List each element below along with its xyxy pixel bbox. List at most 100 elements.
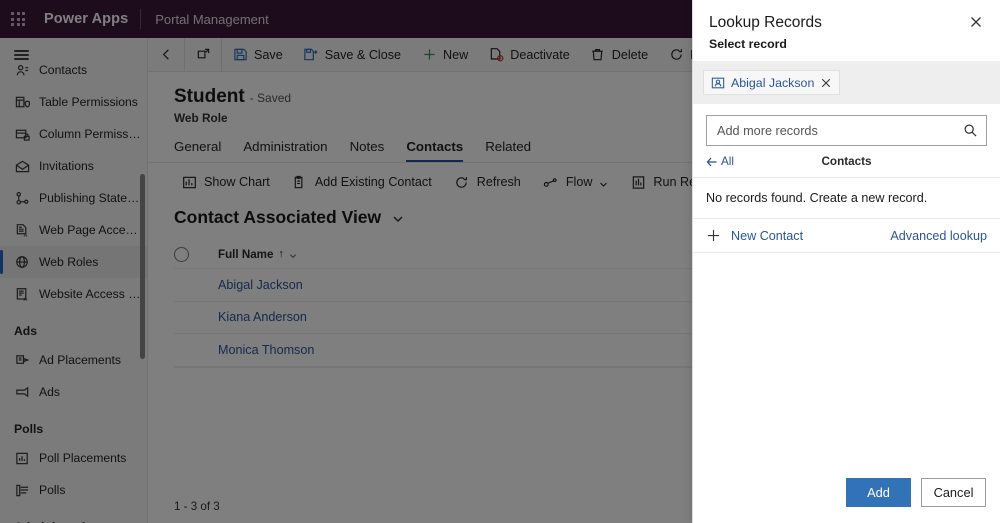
panel-header: Lookup Records Select record (693, 0, 1000, 51)
panel-footer: Add Cancel (693, 461, 1000, 523)
new-button[interactable]: New (411, 38, 478, 71)
sidebar-item-contacts[interactable]: Contacts (0, 54, 147, 86)
sidebar-item-invitations[interactable]: Invitations (0, 150, 147, 182)
sidebar-item-column-permissions[interactable]: Column Permissio... (0, 118, 147, 150)
view-name-label: Contact Associated View (174, 207, 382, 227)
sidebar-item-label: Poll Placements (39, 451, 127, 465)
chip-label: Abigal Jackson (731, 75, 815, 90)
brand-label[interactable]: Power Apps (36, 11, 140, 27)
refresh-icon (668, 47, 684, 63)
back-to-all-label: All (721, 155, 734, 168)
close-icon (970, 15, 982, 33)
add-existing-icon (292, 174, 308, 190)
deactivate-label: Deactivate (510, 47, 570, 62)
flow-label: Flow (565, 175, 593, 189)
back-arrow-icon (706, 156, 718, 168)
tab-contacts[interactable]: Contacts (406, 139, 463, 162)
save-label: Save (254, 47, 283, 62)
sidebar-item-label: Contacts (39, 63, 88, 77)
lookup-actions-row: New Contact Advanced lookup (693, 219, 1000, 253)
poll-placements-icon (14, 450, 30, 466)
row-link-full-name[interactable]: Abigal Jackson (174, 278, 303, 292)
sidebar-item-website-access-permissions[interactable]: A Website Access P... (0, 278, 147, 310)
subgrid-refresh-label: Refresh (476, 175, 521, 189)
save-and-close-icon (303, 47, 319, 63)
sidebar-item-table-permissions[interactable]: Table Permissions (0, 86, 147, 118)
add-existing-contact-button[interactable]: Add Existing Contact (281, 168, 443, 196)
subgrid-refresh-button[interactable]: Refresh (443, 168, 532, 196)
sidebar-item-label: Website Access P... (39, 287, 142, 301)
search-input[interactable] (717, 123, 963, 138)
app-name-label[interactable]: Portal Management (141, 12, 268, 27)
row-link-full-name[interactable]: Monica Thomson (174, 343, 314, 357)
sidebar: Contacts Table Permissions Column Permis… (0, 38, 148, 523)
selected-records-area: Abigal Jackson (693, 61, 1000, 104)
saved-status: - Saved (249, 91, 292, 105)
popout-button[interactable] (185, 38, 221, 71)
save-icon (232, 47, 248, 63)
selected-record-chip[interactable]: Abigal Jackson (703, 70, 841, 95)
show-chart-button[interactable]: Show Chart (170, 168, 281, 196)
sidebar-item-label: Column Permissio... (39, 127, 142, 141)
column-permissions-icon (14, 126, 30, 142)
tab-administration[interactable]: Administration (243, 139, 327, 162)
sidebar-item-polls[interactable]: Polls (0, 474, 147, 506)
sidebar-item-web-page-access[interactable]: A Web Page Access ... (0, 214, 147, 246)
empty-results-message: No records found. Create a new record. (693, 178, 1000, 219)
deactivate-button[interactable]: Deactivate (478, 38, 580, 71)
waffle-grid-icon[interactable] (0, 0, 36, 38)
column-header-label: Full Name (218, 247, 274, 261)
tab-notes[interactable]: Notes (350, 139, 385, 162)
contact-card-icon (711, 76, 725, 90)
panel-title: Lookup Records (709, 14, 822, 31)
save-button[interactable]: Save (222, 38, 293, 71)
tab-general[interactable]: General (174, 139, 221, 162)
sidebar-item-ad-placements[interactable]: Ad Placements (0, 344, 147, 376)
show-chart-label: Show Chart (204, 175, 270, 189)
sidebar-scroll-area: Contacts Table Permissions Column Permis… (0, 63, 147, 523)
save-and-close-label: Save & Close (324, 47, 402, 62)
chip-remove-button[interactable] (820, 77, 832, 89)
back-to-all-link[interactable]: All (706, 155, 734, 168)
row-link-full-name[interactable]: Kiana Anderson (174, 310, 307, 324)
run-report-icon (630, 174, 646, 190)
save-and-close-button[interactable]: Save & Close (293, 38, 411, 71)
search-icon[interactable] (963, 123, 978, 138)
new-label: New (443, 47, 469, 62)
flow-icon (543, 174, 559, 190)
search-box[interactable] (706, 115, 987, 146)
sidebar-item-ads[interactable]: Ads (0, 376, 147, 408)
invitations-icon (14, 158, 30, 174)
svg-text:A: A (23, 297, 27, 302)
delete-button[interactable]: Delete (580, 38, 658, 71)
advanced-lookup-link[interactable]: Advanced lookup (890, 229, 987, 243)
delete-label: Delete (611, 47, 649, 62)
chevron-down-icon (599, 178, 608, 187)
trash-icon (590, 47, 606, 63)
column-header-full-name[interactable]: Full Name ↑ (218, 248, 297, 261)
back-button[interactable] (148, 38, 184, 71)
tab-related[interactable]: Related (485, 139, 531, 162)
select-all-cell[interactable] (174, 246, 218, 262)
search-area (693, 104, 1000, 146)
sidebar-item-poll-placements[interactable]: Poll Placements (0, 442, 147, 474)
new-contact-label: New Contact (731, 228, 804, 243)
sidebar-item-label: Publishing State T... (39, 191, 142, 205)
back-arrow-icon (158, 47, 174, 63)
sidebar-scrollbar[interactable] (140, 174, 145, 359)
lookup-nav-row: All Contacts (693, 146, 1000, 178)
sidebar-item-label: Web Roles (39, 255, 99, 269)
sidebar-group-ads: Ads (14, 324, 38, 338)
add-button[interactable]: Add (846, 477, 911, 507)
sidebar-item-publishing-state-transitions[interactable]: Publishing State T... (0, 182, 147, 214)
sidebar-group-polls: Polls (14, 422, 44, 436)
close-button[interactable] (964, 12, 988, 36)
chevron-down-icon (289, 250, 297, 259)
flow-button[interactable]: Flow (532, 168, 620, 196)
plus-icon (421, 47, 437, 63)
ads-icon (14, 384, 30, 400)
chevron-down-icon (392, 212, 404, 224)
new-contact-button[interactable]: New Contact (706, 228, 803, 243)
sidebar-item-web-roles[interactable]: Web Roles (0, 246, 147, 278)
cancel-button[interactable]: Cancel (921, 477, 986, 507)
